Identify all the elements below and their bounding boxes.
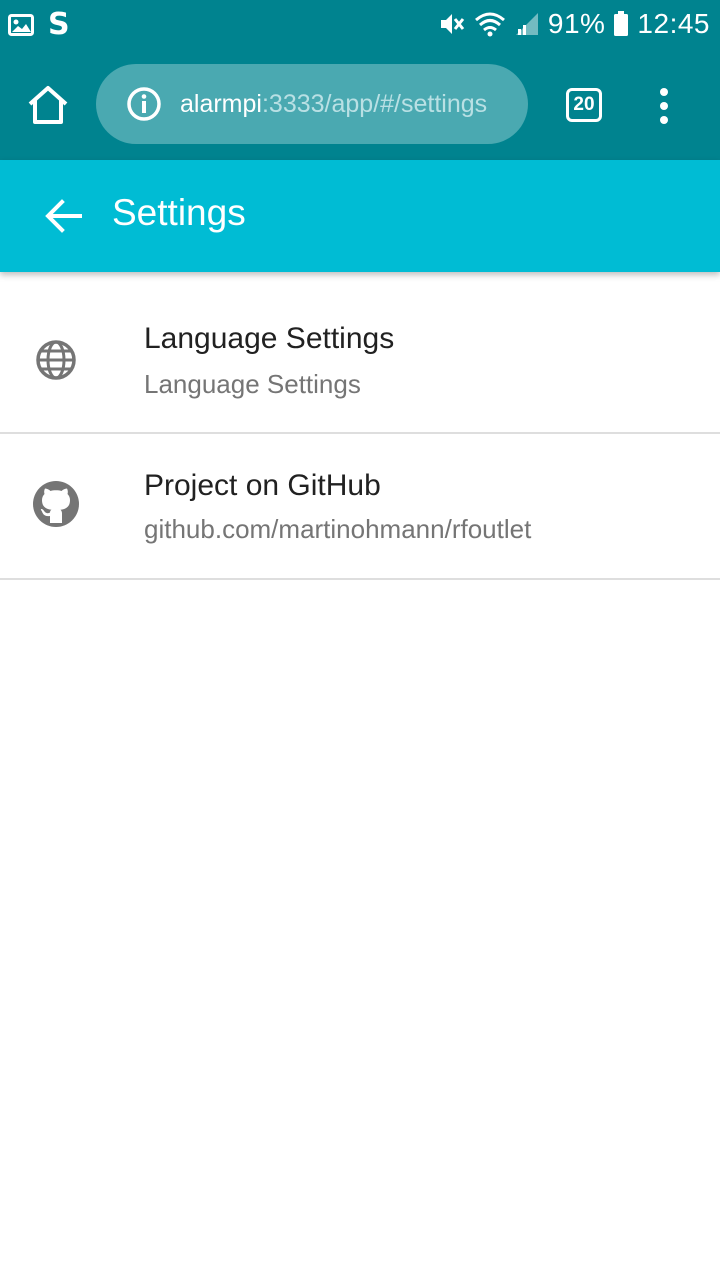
back-button[interactable] — [44, 198, 84, 234]
item-subtitle: github.com/martinohmann/rfoutlet — [144, 514, 532, 544]
url-host: alarmpi — [180, 89, 262, 118]
list-item-language-settings[interactable]: Language Settings Language Settings — [0, 272, 720, 434]
mute-icon — [438, 10, 466, 38]
overflow-menu-icon — [660, 88, 668, 124]
page-title: Settings — [112, 192, 246, 233]
github-icon — [33, 481, 79, 527]
signal-icon — [514, 11, 540, 37]
back-arrow-icon — [45, 199, 82, 233]
list-item-github[interactable]: Project on GitHub github.com/martinohman… — [0, 434, 720, 580]
overflow-menu-button[interactable] — [650, 84, 678, 128]
battery-icon — [613, 11, 629, 37]
globe-icon — [36, 340, 76, 380]
battery-percent: 91% — [547, 8, 606, 39]
url-text[interactable]: alarmpi:3333/app/#/settings — [180, 90, 506, 119]
address-bar[interactable]: alarmpi:3333/app/#/settings — [96, 64, 528, 144]
s-app-icon: S — [48, 7, 70, 42]
settings-list: Language Settings Language Settings Proj… — [0, 272, 720, 580]
browser-toolbar: alarmpi:3333/app/#/settings 20 — [0, 50, 720, 160]
info-icon[interactable] — [126, 86, 162, 122]
home-icon — [28, 86, 68, 124]
url-path: :3333/app/#/settings — [261, 89, 488, 118]
status-right: 91% 12:45 — [438, 8, 710, 40]
wifi-icon — [474, 10, 506, 38]
tab-switcher-button[interactable]: 20 — [566, 88, 602, 122]
clock: 12:45 — [637, 8, 710, 39]
status-bar: S 91% 12:45 — [0, 0, 720, 50]
item-title: Language Settings — [144, 322, 395, 355]
item-subtitle: Language Settings — [144, 369, 361, 399]
status-left: S — [8, 10, 70, 40]
home-button[interactable] — [26, 84, 70, 126]
item-title: Project on GitHub — [144, 469, 381, 502]
app-bar: Settings — [0, 160, 720, 272]
gallery-icon — [8, 13, 34, 37]
